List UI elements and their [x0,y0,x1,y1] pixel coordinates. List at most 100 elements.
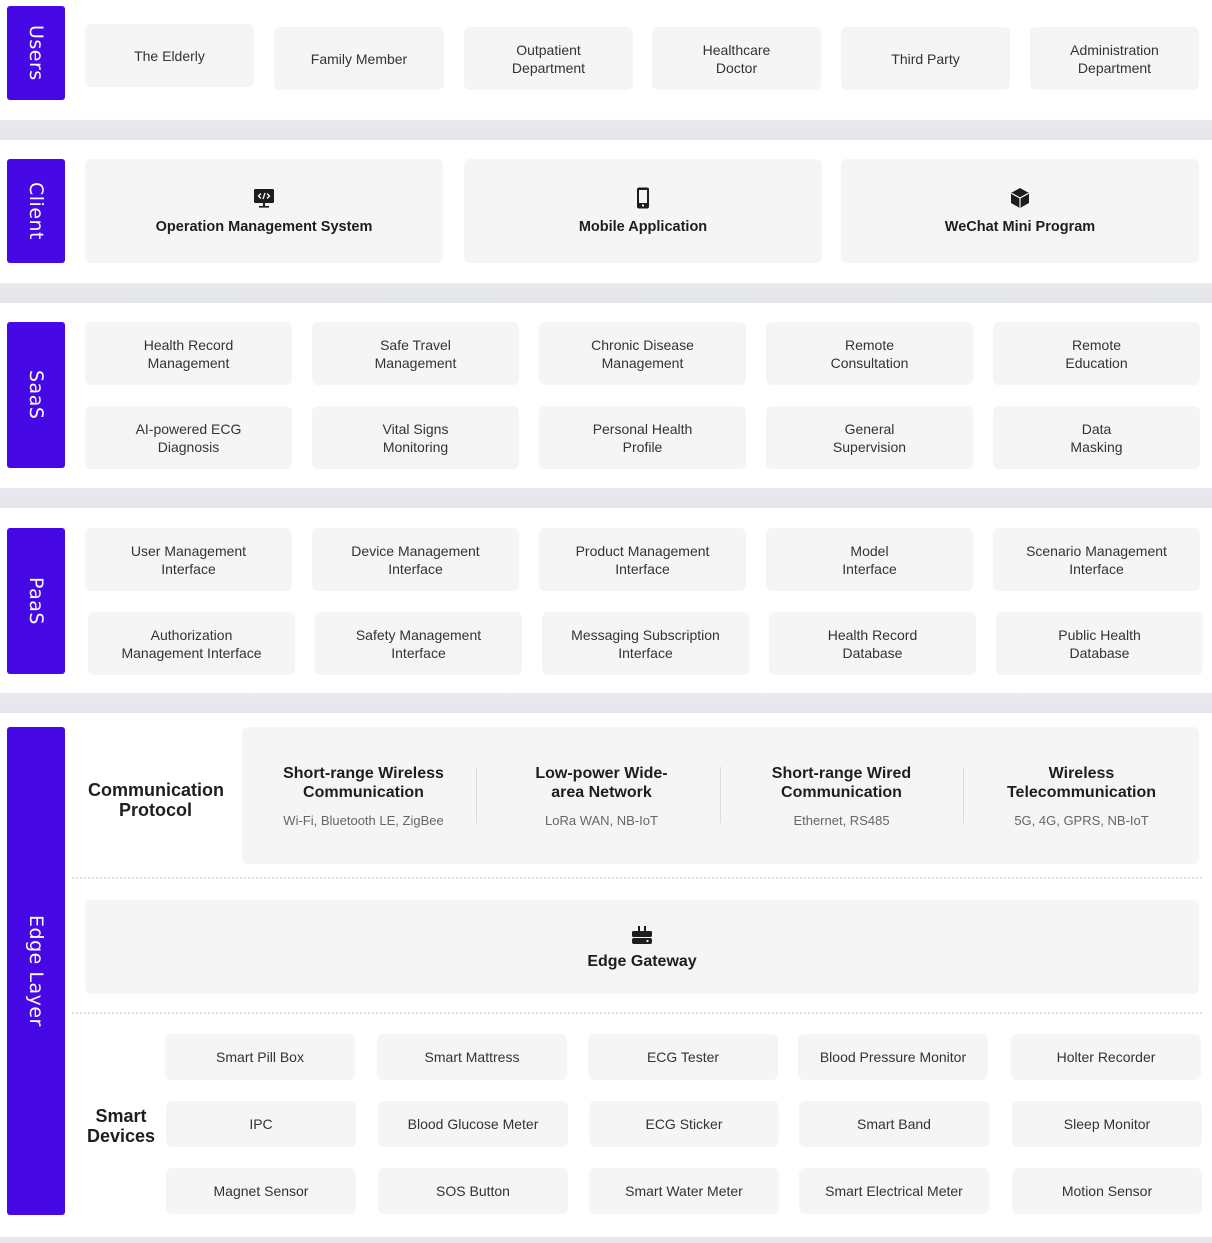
smart-devices-label: Smart Devices [86,1106,156,1146]
device-card[interactable]: Sleep Monitor [1012,1101,1202,1147]
user-card[interactable]: The Elderly [85,24,254,87]
client-card[interactable]: Mobile Application [464,159,822,263]
card-label: Device Management Interface [351,542,480,577]
card-label: Data Masking [1070,420,1123,455]
protocol-examples: Ethernet, RS485 [793,812,890,828]
device-card[interactable]: Motion Sensor [1012,1168,1202,1214]
communication-protocol-label: Communication Protocol [88,780,225,820]
layer-tag-paas: PaaS [7,528,65,674]
divider [476,767,477,823]
saas-card[interactable]: AI-powered ECG Diagnosis [85,406,292,469]
user-card[interactable]: Healthcare Doctor [652,27,821,90]
layer-separator [0,693,1212,713]
saas-card[interactable]: Vital Signs Monitoring [312,406,519,469]
device-card[interactable]: SOS Button [378,1168,568,1214]
device-card[interactable]: Smart Band [799,1101,989,1147]
card-label: Safety Management Interface [355,626,482,661]
card-label: Public Health Database [1058,626,1141,661]
saas-card[interactable]: General Supervision [766,406,973,469]
protocol-title: Low-power Wide-area Network [535,764,668,801]
card-label: Mobile Application [578,219,708,235]
device-card[interactable]: Smart Mattress [377,1034,567,1080]
card-label: Health Record Management [143,336,234,371]
protocol-title: Short-range Wired Communication [771,764,912,801]
card-label: Product Management Interface [575,542,710,577]
card-label: Smart Electrical Meter [825,1183,963,1199]
protocol-item[interactable]: Low-power Wide-area Network LoRa WAN, NB… [480,727,723,864]
layer-separator [0,120,1212,140]
user-card[interactable]: Administration Department [1030,27,1199,90]
user-card[interactable]: Family Member [274,27,444,90]
saas-card[interactable]: Health Record Management [85,322,292,385]
card-label: Family Member [310,50,408,67]
card-label: Healthcare Doctor [702,41,771,76]
device-card[interactable]: Blood Pressure Monitor [798,1034,988,1080]
protocol-panel: Short-range Wireless Communication Wi-Fi… [242,727,1199,864]
card-label: Personal Health Profile [592,420,693,455]
card-label: Blood Glucose Meter [407,1116,539,1132]
paas-card[interactable]: Device Management Interface [312,528,519,591]
client-card[interactable]: WeChat Mini Program [841,159,1199,263]
layer-tag-users: Users [7,6,65,100]
card-label: Scenario Management Interface [1026,542,1167,577]
paas-card[interactable]: Messaging Subscription Interface [542,612,749,675]
saas-card[interactable]: Remote Education [993,322,1200,385]
card-label: Messaging Subscription Interface [571,626,720,661]
card-label: Remote Consultation [830,336,909,371]
protocol-title: Wireless Telecommunication [1006,764,1157,801]
card-label: ECG Tester [646,1049,720,1065]
paas-card[interactable]: Public Health Database [996,612,1203,675]
dotted-divider [72,877,1202,879]
monitor-code-icon [254,189,274,208]
device-card[interactable]: Smart Pill Box [165,1034,355,1080]
saas-card[interactable]: Chronic Disease Management [539,322,746,385]
paas-card[interactable]: User Management Interface [85,528,292,591]
protocol-item[interactable]: Wireless Telecommunication 5G, 4G, GPRS,… [960,727,1203,864]
edge-gateway-card[interactable]: Edge Gateway [85,900,1199,994]
card-label: Authorization Management Interface [121,626,262,661]
device-card[interactable]: Magnet Sensor [166,1168,356,1214]
protocol-item[interactable]: Short-range Wired Communication Ethernet… [720,727,963,864]
device-card[interactable]: Smart Water Meter [589,1168,779,1214]
device-card[interactable]: IPC [166,1101,356,1147]
device-card[interactable]: Blood Glucose Meter [378,1101,568,1147]
paas-card[interactable]: Authorization Management Interface [88,612,295,675]
card-label: Operation Management System [155,219,373,235]
card-label: IPC [249,1116,273,1132]
card-label: Motion Sensor [1061,1183,1153,1199]
protocol-title: Short-range Wireless Communication [283,764,444,801]
card-label: ECG Sticker [645,1116,723,1132]
card-label: Outpatient Department [511,41,586,76]
layer-label: Edge Layer [25,915,47,1027]
device-card[interactable]: Smart Electrical Meter [799,1168,989,1214]
saas-card[interactable]: Safe Travel Management [312,322,519,385]
paas-card[interactable]: Health Record Database [769,612,976,675]
smartphone-icon [637,187,649,209]
device-card[interactable]: Holter Recorder [1011,1034,1201,1080]
saas-card[interactable]: Remote Consultation [766,322,973,385]
client-card[interactable]: Operation Management System [85,159,443,263]
card-label: Vital Signs Monitoring [382,420,449,455]
layer-separator [0,1237,1212,1243]
paas-card[interactable]: Product Management Interface [539,528,746,591]
protocol-item[interactable]: Short-range Wireless Communication Wi-Fi… [242,727,485,864]
device-card[interactable]: ECG Sticker [589,1101,779,1147]
user-card[interactable]: Third Party [841,27,1010,90]
protocol-examples: LoRa WAN, NB-IoT [545,812,658,828]
paas-card[interactable]: Model Interface [766,528,973,591]
cube-icon [1011,188,1029,208]
user-card[interactable]: Outpatient Department [464,27,633,90]
card-label: AI-powered ECG Diagnosis [135,420,242,455]
card-label: Sleep Monitor [1063,1116,1151,1132]
device-card[interactable]: ECG Tester [588,1034,778,1080]
card-label: Chronic Disease Management [591,336,694,371]
card-label: Smart Mattress [424,1049,520,1065]
paas-card[interactable]: Scenario Management Interface [993,528,1200,591]
saas-card[interactable]: Personal Health Profile [539,406,746,469]
card-label: Model Interface [842,542,897,577]
card-label: User Management Interface [130,542,247,577]
saas-card[interactable]: Data Masking [993,406,1200,469]
card-label: Edge Gateway [587,953,697,970]
dotted-divider [72,1012,1202,1014]
paas-card[interactable]: Safety Management Interface [315,612,522,675]
